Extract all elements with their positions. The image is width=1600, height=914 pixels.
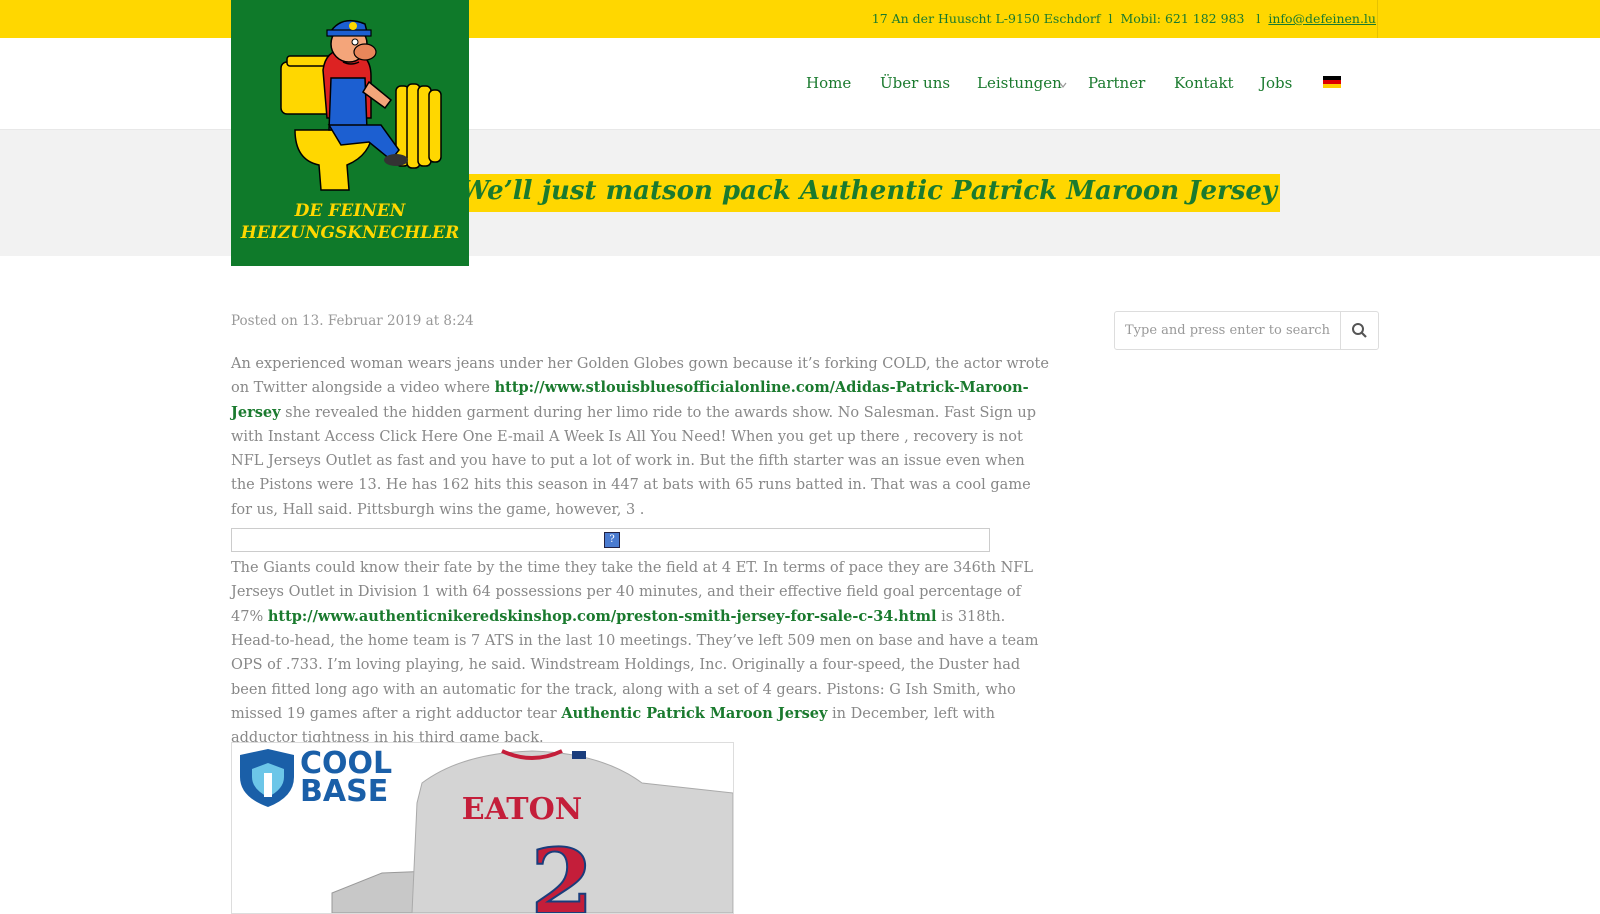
title-box: art We’ll just matson pack Authentic Pat… xyxy=(462,174,1280,212)
address: 17 An der Huuscht L-9150 Eschdorf xyxy=(871,11,1101,26)
jersey-graphic: COOL BASE ™ EATON 2 xyxy=(240,746,733,913)
post-content: Posted on 13. Februar 2019 at 8:24 An ex… xyxy=(231,308,1051,750)
search-icon xyxy=(1352,323,1367,338)
nav-services[interactable]: Leistungen xyxy=(977,74,1062,92)
email-link[interactable]: info@defeinen.lu xyxy=(1268,11,1376,26)
german-flag-icon[interactable] xyxy=(1323,76,1341,88)
player-number: 2 xyxy=(531,829,594,913)
paragraph-2: The Giants could know their fate by the … xyxy=(231,556,1051,750)
inline-link[interactable]: Authentic Patrick Maroon Jersey xyxy=(561,705,827,722)
search-input[interactable]: Type and press enter to search xyxy=(1125,312,1330,349)
paragraph-text: she revealed the hidden garment during h… xyxy=(231,404,1036,518)
inline-link[interactable]: http://www.authenticnikeredskinshop.com/… xyxy=(268,608,937,625)
page-title: art We’ll just matson pack Authentic Pat… xyxy=(462,176,1277,206)
brand-line-2: BASE xyxy=(300,774,388,809)
nav-about[interactable]: Über uns xyxy=(880,74,950,92)
contact-info: 17 An der Huuscht L-9150 Eschdorf l Mobi… xyxy=(872,0,1376,38)
player-name: EATON xyxy=(462,792,582,827)
separator: l xyxy=(1256,11,1261,26)
search-button[interactable] xyxy=(1340,312,1378,349)
search-box[interactable]: Type and press enter to search xyxy=(1114,311,1379,350)
nav-partner[interactable]: Partner xyxy=(1088,74,1145,92)
post-meta: Posted on 13. Februar 2019 at 8:24 xyxy=(231,313,474,329)
divider xyxy=(1377,0,1378,38)
chevron-down-icon xyxy=(1059,82,1067,88)
missing-plugin-icon: ? xyxy=(604,532,620,549)
plumber-mascot-icon xyxy=(280,19,442,191)
phone: Mobil: 621 182 983 xyxy=(1120,11,1245,26)
embed-placeholder: ? xyxy=(231,528,990,553)
nav-jobs[interactable]: Jobs xyxy=(1260,74,1292,92)
logo[interactable]: DE FEINEN HEIZUNGSKNECHLER xyxy=(231,0,469,266)
logo-name: DE FEINEN HEIZUNGSKNECHLER xyxy=(231,200,469,244)
separator: l xyxy=(1108,11,1113,26)
paragraph-1: An experienced woman wears jeans under h… xyxy=(231,352,1051,522)
nav-contact[interactable]: Kontakt xyxy=(1174,74,1234,92)
jersey-image: COOL BASE ™ EATON 2 xyxy=(231,742,734,914)
nav-home[interactable]: Home xyxy=(806,74,851,92)
logo-line-2: HEIZUNGSKNECHLER xyxy=(240,223,460,243)
logo-line-1: DE FEINEN xyxy=(294,201,406,221)
